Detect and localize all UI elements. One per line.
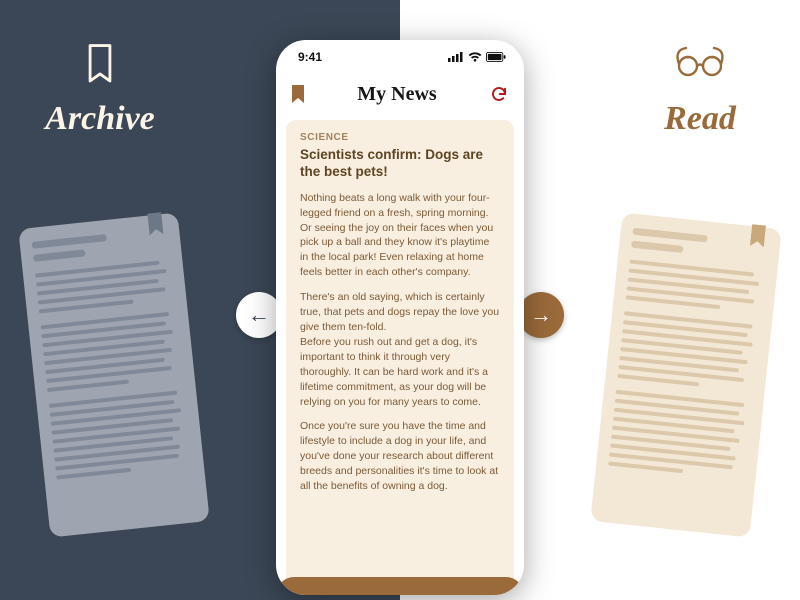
- archive-card-preview: [18, 212, 210, 537]
- status-bar: 9:41: [276, 40, 524, 74]
- article-headline: Scientists confirm: Dogs are the best pe…: [300, 147, 500, 181]
- bookmark-icon[interactable]: [292, 85, 304, 103]
- signal-icon: [448, 52, 464, 62]
- status-indicators: [448, 52, 506, 62]
- app-title: My News: [357, 83, 436, 106]
- glasses-icon: [600, 42, 800, 78]
- status-time: 9:41: [298, 50, 322, 64]
- battery-icon: [486, 52, 506, 62]
- arrow-right-icon: →: [530, 304, 552, 326]
- article-card[interactable]: SCIENCE Scientists confirm: Dogs are the…: [286, 120, 514, 595]
- read-card-preview: [590, 212, 782, 537]
- archive-label: Archive: [0, 100, 200, 138]
- title-bar: My News: [276, 74, 524, 114]
- read-label: Read: [600, 100, 800, 138]
- phone-frame: 9:41 My News SCIENCE Scientists confirm:…: [276, 40, 524, 595]
- bookmark-icon: [0, 42, 200, 86]
- bookmark-icon: [750, 224, 766, 247]
- article-paragraph: Nothing beats a long walk with your four…: [300, 191, 500, 280]
- article-paragraph: Once you're sure you have the time and l…: [300, 419, 500, 494]
- article-body: Nothing beats a long walk with your four…: [300, 191, 500, 494]
- bookmark-icon: [147, 212, 163, 235]
- refresh-button[interactable]: [490, 85, 508, 103]
- swipe-onboarding-stage: Archive Read: [0, 0, 800, 600]
- article-paragraph: There's an old saying, which is certainl…: [300, 290, 500, 409]
- wifi-icon: [468, 52, 482, 62]
- arrow-left-icon: ←: [248, 304, 270, 326]
- article-kicker: SCIENCE: [300, 132, 500, 143]
- swipe-right-button[interactable]: →: [518, 292, 564, 338]
- phone-bottom-accent: [276, 577, 524, 595]
